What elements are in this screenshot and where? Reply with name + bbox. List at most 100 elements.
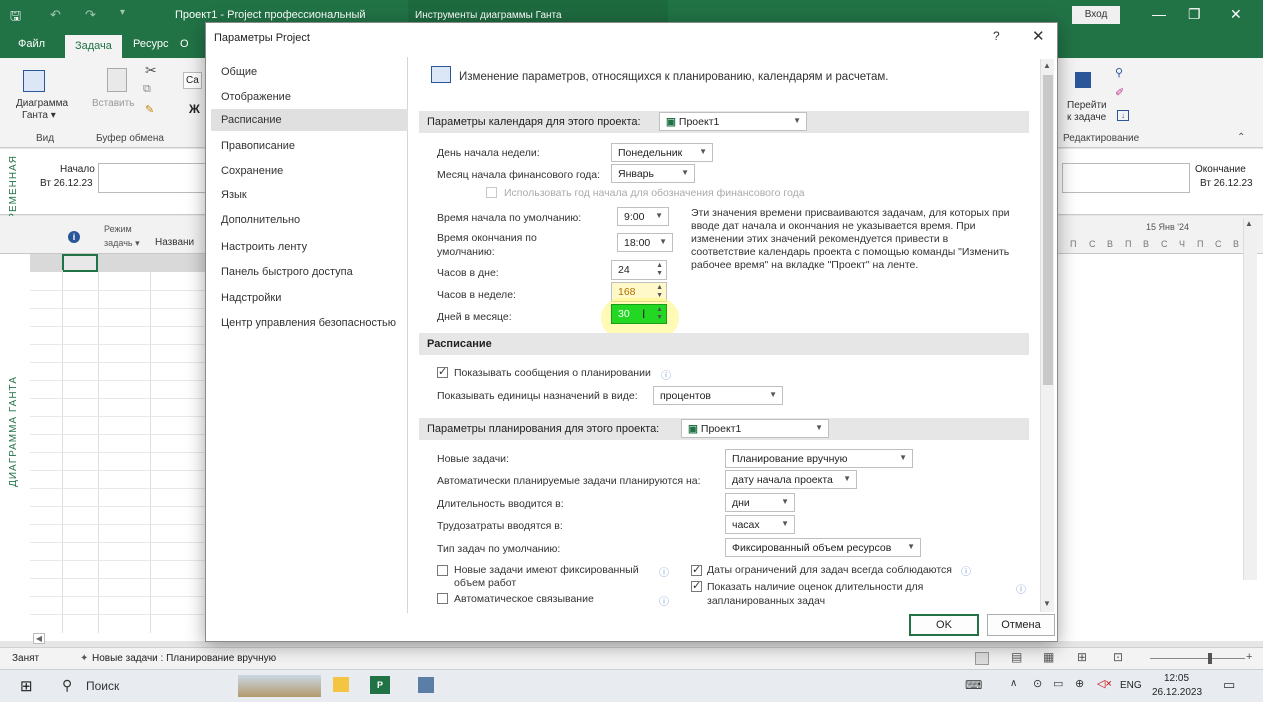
nav-advanced[interactable]: Дополнительно xyxy=(221,214,300,226)
work-dropdown[interactable]: часах ▼ xyxy=(725,515,795,534)
info-icon[interactable]: ⓘ xyxy=(659,593,669,608)
task-type-dropdown[interactable]: Фиксированный объем ресурсов ▼ xyxy=(725,538,921,557)
collapse-ribbon-icon[interactable]: ⌃ xyxy=(1237,132,1245,143)
copy-icon[interactable]: ⧉ xyxy=(143,83,151,96)
fiscal-month-dropdown[interactable]: Январь ▼ xyxy=(611,164,695,183)
paste-icon[interactable] xyxy=(107,68,127,92)
default-start-dropdown[interactable]: 9:00 ▼ xyxy=(617,207,669,226)
redo-icon[interactable]: ↷ xyxy=(85,7,96,23)
auto-link-checkbox[interactable] xyxy=(437,593,448,604)
format-painter-icon[interactable]: ✎ xyxy=(145,103,154,116)
nav-schedule[interactable]: Расписание xyxy=(221,114,282,126)
cut-icon[interactable]: ✂ xyxy=(145,62,157,79)
scroll-down-icon[interactable]: ▼ xyxy=(1043,599,1051,608)
team-planner-icon[interactable]: ▦ xyxy=(1043,650,1054,664)
tab-file[interactable]: Файл xyxy=(18,38,45,50)
font-name-box[interactable]: Ca xyxy=(183,72,202,89)
search-highlight-image[interactable] xyxy=(238,675,321,697)
tab-task[interactable]: Задача xyxy=(65,35,122,58)
planning-project-dropdown[interactable]: ▣ Проект1 ▼ xyxy=(681,419,829,438)
active-cell[interactable] xyxy=(62,254,98,272)
restore-icon[interactable]: ❐ xyxy=(1188,6,1201,23)
effort-driven-checkbox[interactable] xyxy=(437,565,448,576)
volume-muted-icon[interactable]: ◁× xyxy=(1097,677,1112,690)
clock-time[interactable]: 12:05 xyxy=(1164,673,1189,684)
fill-icon[interactable]: ↓ xyxy=(1117,110,1129,121)
nav-display[interactable]: Отображение xyxy=(221,91,291,103)
nav-trust-center[interactable]: Центр управления безопасностью xyxy=(221,317,396,329)
close-dialog-button[interactable]: ✕ xyxy=(1032,27,1045,45)
estimated-durations-checkbox[interactable] xyxy=(691,579,702,592)
taskbar-search[interactable]: Поиск xyxy=(86,679,119,693)
customize-quick-access-icon[interactable]: ▾ xyxy=(120,7,125,18)
chart-vertical-scrollbar[interactable] xyxy=(1243,218,1257,580)
search-icon[interactable]: ⚲ xyxy=(62,677,72,694)
gantt-chart-icon[interactable] xyxy=(23,70,45,92)
goto-task-icon[interactable] xyxy=(1075,72,1091,88)
info-icon[interactable]: ⓘ xyxy=(1016,581,1026,596)
nav-customize-ribbon[interactable]: Настроить ленту xyxy=(221,241,307,253)
column-name-header[interactable]: Названи xyxy=(155,237,194,248)
use-start-year-checkbox[interactable] xyxy=(486,187,497,198)
scroll-left-icon[interactable]: ◀ xyxy=(33,633,45,644)
resource-sheet-icon[interactable]: ⊞ xyxy=(1077,650,1087,664)
timeline-bar-right[interactable] xyxy=(1062,163,1190,193)
paste-label[interactable]: Вставить xyxy=(92,98,134,110)
gantt-view-icon[interactable] xyxy=(975,652,989,665)
notifications-icon[interactable]: ▭ xyxy=(1223,677,1235,693)
globe-icon[interactable]: ⊕ xyxy=(1075,677,1084,690)
gantt-view-dropdown[interactable]: Ганта ▾ xyxy=(22,110,56,122)
zoom-slider-thumb[interactable] xyxy=(1208,653,1212,664)
spinner-arrows-icon[interactable]: ▲ ▼ xyxy=(656,306,663,322)
signin-button[interactable]: Вход xyxy=(1072,6,1120,24)
nav-general[interactable]: Общие xyxy=(221,66,257,78)
file-explorer-icon[interactable] xyxy=(333,677,349,692)
duration-dropdown[interactable]: дни ▼ xyxy=(725,493,795,512)
close-window-icon[interactable]: ✕ xyxy=(1230,6,1242,23)
bold-button[interactable]: Ж xyxy=(189,102,200,116)
task-usage-icon[interactable]: ▤ xyxy=(1011,650,1022,664)
goto-task-label[interactable]: Перейти xyxy=(1067,100,1107,112)
new-tasks-dropdown[interactable]: Планирование вручную ▼ xyxy=(725,449,913,468)
tab-resource[interactable]: Ресурс xyxy=(133,38,168,50)
clear-icon[interactable]: ✐ xyxy=(1115,86,1124,99)
app-taskbar-icon[interactable] xyxy=(418,677,434,693)
tab-other[interactable]: О xyxy=(180,38,189,50)
week-start-dropdown[interactable]: Понедельник ▼ xyxy=(611,143,713,162)
spinner-arrows-icon[interactable]: ▲ ▼ xyxy=(656,262,663,278)
hours-day-spinner[interactable]: 24 ▲ ▼ xyxy=(611,260,667,280)
status-new-tasks[interactable]: Новые задачи : Планирование вручную xyxy=(92,653,276,664)
nav-save[interactable]: Сохранение xyxy=(221,165,283,177)
clock-date[interactable]: 26.12.2023 xyxy=(1152,687,1202,698)
info-icon[interactable]: ⓘ xyxy=(961,563,971,578)
nav-language[interactable]: Язык xyxy=(221,189,247,201)
tray-expand-icon[interactable]: ∧ xyxy=(1010,678,1017,689)
tray-app-icon[interactable]: ⊙ xyxy=(1033,677,1042,690)
ok-button[interactable]: OK xyxy=(909,614,979,636)
find-icon[interactable]: ⚲ xyxy=(1115,66,1123,79)
language-indicator[interactable]: ENG xyxy=(1120,680,1142,691)
network-icon[interactable]: ▭ xyxy=(1053,677,1063,690)
help-button[interactable]: ? xyxy=(993,29,1000,43)
auto-scheduled-dropdown[interactable]: дату начала проекта ▼ xyxy=(725,470,857,489)
constraint-dates-checkbox[interactable] xyxy=(691,563,702,576)
scroll-up-icon[interactable]: ▲ xyxy=(1245,219,1253,228)
default-end-dropdown[interactable]: 18:00 ▼ xyxy=(617,233,673,252)
project-taskbar-icon[interactable]: P xyxy=(370,676,390,694)
timeline-bar[interactable] xyxy=(98,163,206,193)
zoom-in-icon[interactable]: + xyxy=(1246,651,1252,663)
report-icon[interactable]: ⊡ xyxy=(1113,650,1123,664)
start-icon[interactable]: ⊞ xyxy=(20,677,33,695)
minimize-icon[interactable]: — xyxy=(1152,6,1166,22)
column-mode-dropdown[interactable]: задачь ▾ xyxy=(104,238,140,249)
days-month-spinner[interactable]: 30 I ▲ ▼ xyxy=(611,304,667,324)
column-mode-label[interactable]: Режим xyxy=(104,224,132,234)
scroll-up-icon[interactable]: ▲ xyxy=(1043,61,1051,70)
units-dropdown[interactable]: процентов ▼ xyxy=(653,386,783,405)
gantt-view-label[interactable]: Диаграмма xyxy=(16,98,68,110)
selected-row[interactable] xyxy=(30,254,205,272)
options-scrollbar[interactable]: ▲ ▼ xyxy=(1040,59,1054,612)
calendar-project-dropdown[interactable]: ▣ Проект1 ▼ xyxy=(659,112,807,131)
show-messages-checkbox[interactable] xyxy=(437,365,448,378)
goto-task-label-2[interactable]: к задаче xyxy=(1067,112,1106,124)
